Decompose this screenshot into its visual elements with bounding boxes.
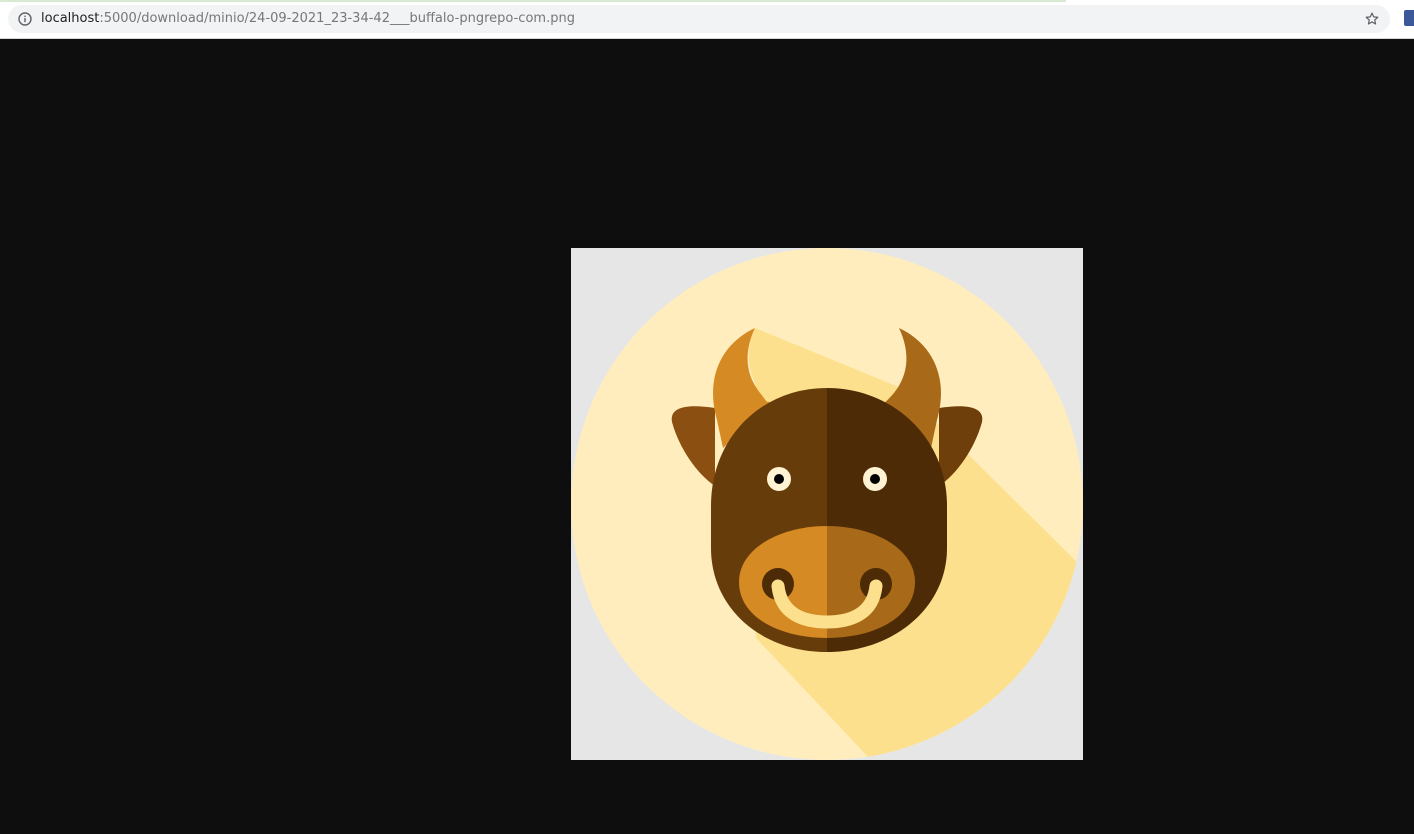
url-path: :5000/download/minio/24-09-2021_23-34-42… [99, 11, 575, 26]
buffalo-image [571, 248, 1083, 760]
browser-toolbar: localhost:5000/download/minio/24-09-2021… [0, 0, 1414, 39]
left-pupil [774, 474, 784, 484]
extension-icon[interactable] [1404, 10, 1414, 26]
address-bar[interactable]: localhost:5000/download/minio/24-09-2021… [8, 5, 1390, 33]
right-pupil [870, 474, 880, 484]
info-icon[interactable] [18, 12, 32, 26]
star-icon[interactable] [1364, 11, 1380, 27]
page-load-indicator [0, 0, 1066, 2]
url-host: localhost [41, 11, 100, 26]
url-text[interactable]: localhost:5000/download/minio/24-09-2021… [41, 11, 575, 27]
